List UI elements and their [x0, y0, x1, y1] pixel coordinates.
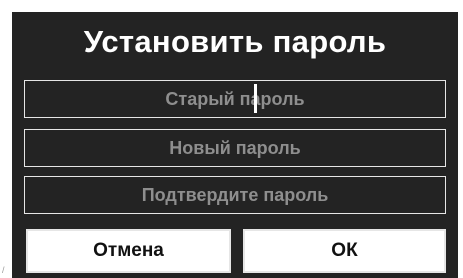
old-password-field[interactable]: Старый пароль	[24, 80, 446, 118]
new-password-placeholder: Новый пароль	[169, 137, 301, 158]
cancel-button-label: Отмена	[93, 240, 164, 261]
confirm-password-field[interactable]: Подтвердите пароль	[24, 176, 446, 214]
text-cursor	[254, 83, 258, 113]
confirm-password-placeholder: Подтвердите пароль	[141, 184, 329, 205]
cancel-button[interactable]: Отмена	[26, 229, 231, 273]
set-password-dialog: Установить пароль Старый пароль Новый па…	[12, 12, 458, 278]
ok-button[interactable]: ОК	[243, 229, 446, 273]
old-password-placeholder: Старый пароль	[165, 88, 305, 109]
ok-button-label: ОК	[331, 240, 358, 261]
old-password-placeholder-wrap: Старый пароль	[165, 83, 305, 113]
dialog-title: Установить пароль	[83, 24, 387, 59]
stray-mark: /	[2, 265, 5, 275]
new-password-field[interactable]: Новый пароль	[24, 129, 446, 167]
